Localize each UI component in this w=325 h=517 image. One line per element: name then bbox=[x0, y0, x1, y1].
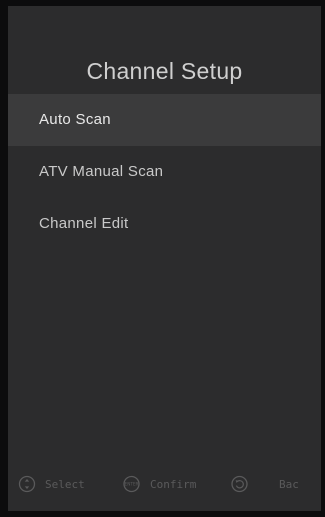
svg-text:ENTER: ENTER bbox=[125, 482, 139, 487]
dpad-icon bbox=[18, 475, 36, 493]
back-hint-label: Bac bbox=[279, 477, 299, 491]
button-hint-bar: Select ENTER Confirm Bac bbox=[8, 470, 321, 498]
back-arrow-icon bbox=[230, 475, 249, 493]
channel-setup-screen: Channel Setup Auto Scan ATV Manual Scan … bbox=[8, 6, 321, 511]
menu-item-auto-scan[interactable]: Auto Scan bbox=[8, 94, 321, 146]
menu-item-channel-edit[interactable]: Channel Edit bbox=[8, 198, 321, 250]
menu-list: Auto Scan ATV Manual Scan Channel Edit bbox=[8, 94, 321, 250]
enter-icon: ENTER bbox=[122, 475, 141, 493]
confirm-hint: ENTER Confirm bbox=[122, 470, 196, 498]
menu-item-atv-manual-scan[interactable]: ATV Manual Scan bbox=[8, 146, 321, 198]
select-hint: Select bbox=[18, 470, 85, 498]
confirm-hint-label: Confirm bbox=[150, 477, 197, 491]
page-title: Channel Setup bbox=[86, 58, 243, 84]
select-hint-label: Select bbox=[45, 477, 85, 491]
back-hint: Bac bbox=[230, 470, 299, 498]
